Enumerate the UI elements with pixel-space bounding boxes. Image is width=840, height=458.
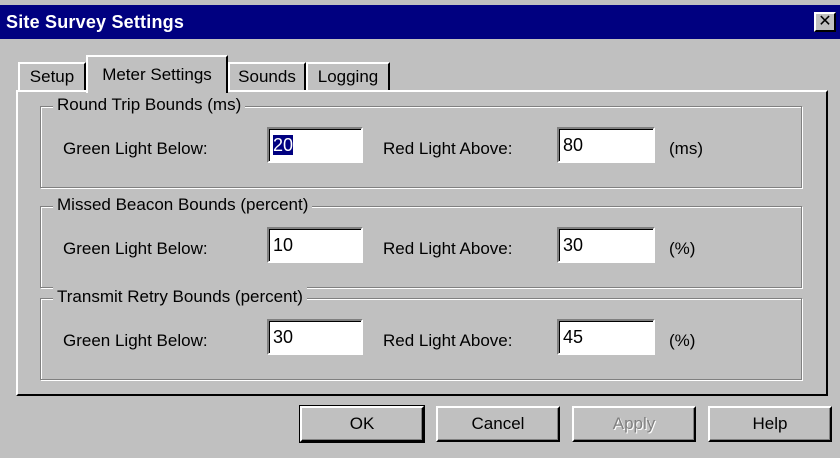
missed-beacon-green-value: 10 bbox=[273, 235, 294, 255]
red-light-label: Red Light Above: bbox=[383, 139, 513, 158]
help-button-label: Help bbox=[752, 414, 788, 433]
apply-button: Apply bbox=[572, 406, 696, 442]
unit-label: (ms) bbox=[669, 139, 703, 158]
tab-setup-label: Setup bbox=[29, 67, 75, 86]
tab-sounds[interactable]: Sounds bbox=[228, 62, 306, 90]
close-icon: ✕ bbox=[818, 13, 832, 30]
green-light-label: Green Light Below: bbox=[63, 139, 208, 158]
missed-beacon-red-input[interactable]: 30 bbox=[557, 227, 655, 263]
group-title: Round Trip Bounds (ms) bbox=[53, 95, 246, 115]
cancel-button[interactable]: Cancel bbox=[436, 406, 560, 442]
tab-logging-label: Logging bbox=[317, 67, 379, 86]
tab-meter-settings-label: Meter Settings bbox=[102, 65, 212, 84]
green-light-label: Green Light Below: bbox=[63, 239, 208, 258]
transmit-retry-red-value: 45 bbox=[563, 327, 584, 347]
green-light-label: Green Light Below: bbox=[63, 331, 208, 350]
group-title: Transmit Retry Bounds (percent) bbox=[53, 287, 307, 307]
transmit-retry-bounds-group: Transmit Retry Bounds (percent) Green Li… bbox=[40, 287, 802, 380]
transmit-retry-green-input[interactable]: 30 bbox=[267, 319, 363, 355]
round-trip-red-input[interactable]: 80 bbox=[557, 127, 655, 163]
help-button[interactable]: Help bbox=[708, 406, 832, 442]
transmit-retry-red-input[interactable]: 45 bbox=[557, 319, 655, 355]
apply-button-label: Apply bbox=[612, 414, 656, 433]
tab-setup[interactable]: Setup bbox=[18, 62, 86, 90]
unit-label: (%) bbox=[669, 331, 696, 350]
transmit-retry-green-value: 30 bbox=[273, 327, 294, 347]
window-title: Site Survey Settings bbox=[6, 12, 185, 32]
round-trip-green-value: 20 bbox=[273, 135, 294, 155]
tab-meter-settings[interactable]: Meter Settings bbox=[86, 55, 228, 93]
unit-label: (%) bbox=[669, 239, 696, 258]
tab-sounds-label: Sounds bbox=[238, 67, 296, 86]
red-light-label: Red Light Above: bbox=[383, 239, 513, 258]
ok-button[interactable]: OK bbox=[299, 405, 425, 443]
cancel-button-label: Cancel bbox=[471, 414, 525, 433]
round-trip-green-input[interactable]: 20 bbox=[267, 127, 363, 163]
missed-beacon-red-value: 30 bbox=[563, 235, 584, 255]
round-trip-red-value: 80 bbox=[563, 135, 584, 155]
missed-beacon-bounds-group: Missed Beacon Bounds (percent) Green Lig… bbox=[40, 195, 802, 288]
tab-logging[interactable]: Logging bbox=[306, 62, 390, 90]
meter-settings-panel: Round Trip Bounds (ms) Green Light Below… bbox=[16, 90, 828, 396]
red-light-label: Red Light Above: bbox=[383, 331, 513, 350]
missed-beacon-green-input[interactable]: 10 bbox=[267, 227, 363, 263]
close-button[interactable]: ✕ bbox=[814, 12, 836, 32]
title-bar[interactable]: Site Survey Settings ✕ bbox=[0, 5, 840, 39]
ok-button-label: OK bbox=[349, 414, 375, 433]
round-trip-bounds-group: Round Trip Bounds (ms) Green Light Below… bbox=[40, 95, 802, 188]
group-title: Missed Beacon Bounds (percent) bbox=[53, 195, 313, 215]
